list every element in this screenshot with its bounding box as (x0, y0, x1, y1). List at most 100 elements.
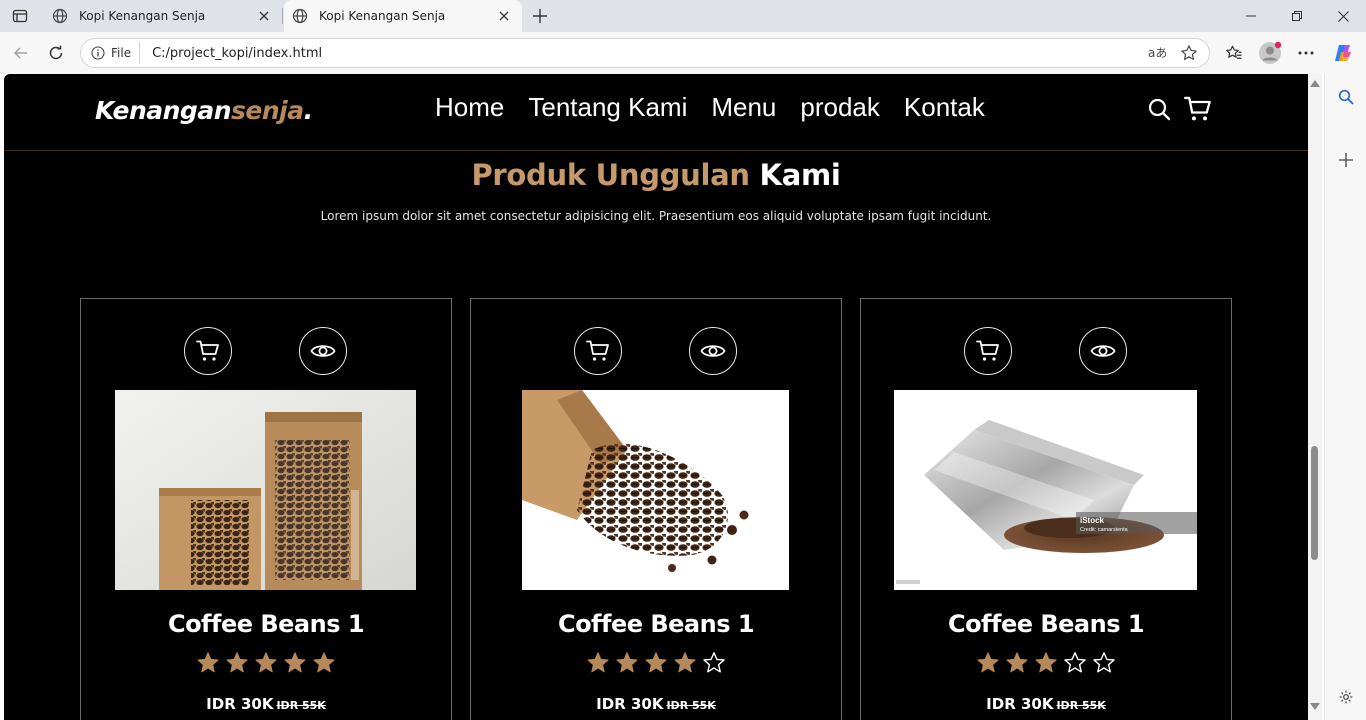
product-card: Coffee Beans 1 IDR 30K IDR 55K (80, 298, 452, 720)
tab-active[interactable]: Kopi Kenangan Senja (284, 0, 522, 32)
search-icon[interactable] (1333, 84, 1359, 110)
star-filled-icon (645, 652, 667, 673)
nav-link-home[interactable]: Home (435, 92, 504, 123)
copilot-icon[interactable] (1330, 40, 1356, 66)
nav-link-kontak[interactable]: Kontak (904, 92, 985, 123)
shopping-cart-icon (976, 340, 999, 361)
eye-icon (700, 345, 726, 357)
view-detail-button[interactable] (1079, 327, 1127, 375)
svg-text:aあ: aあ (1148, 46, 1166, 60)
old-price: IDR 55K (1056, 699, 1106, 712)
current-price: IDR 30K (986, 695, 1054, 713)
current-price: IDR 30K (206, 695, 274, 713)
nav-link-prodak[interactable]: prodak (800, 92, 880, 123)
shopping-cart-icon (196, 340, 219, 361)
tab-title: Kopi Kenangan Senja (79, 9, 206, 23)
tab-title: Kopi Kenangan Senja (319, 9, 446, 23)
star-filled-icon (313, 652, 335, 673)
site-info-button[interactable]: File (87, 42, 141, 64)
current-price: IDR 30K (596, 695, 664, 713)
settings-gear-icon[interactable] (1333, 684, 1359, 710)
favorite-star-icon[interactable] (1177, 41, 1201, 65)
close-icon[interactable] (494, 6, 514, 26)
logo-accent: senja (231, 96, 304, 125)
star-empty-icon (1093, 652, 1115, 673)
product-name[interactable]: Coffee Beans 1 (861, 610, 1231, 638)
star-rating (471, 651, 841, 675)
more-options-icon[interactable] (1293, 40, 1319, 66)
star-filled-icon (255, 652, 277, 673)
star-filled-icon (1006, 652, 1028, 673)
refresh-icon[interactable] (43, 40, 69, 66)
star-filled-icon (284, 652, 306, 673)
product-image: iStock Credit: camarsienta (894, 390, 1197, 590)
product-name[interactable]: Coffee Beans 1 (81, 610, 451, 638)
page-scrollbar[interactable] (1308, 74, 1322, 720)
search-icon[interactable] (1144, 94, 1174, 124)
scroll-up-arrow-icon[interactable] (1310, 80, 1320, 87)
tab-strip: Kopi Kenangan Senja Kopi Kenangan Senja (0, 0, 1366, 32)
product-image (522, 390, 789, 590)
shopping-cart-icon (586, 340, 609, 361)
star-rating (861, 651, 1231, 675)
address-bar[interactable]: File C:/project_kopi/index.html aあ (80, 38, 1210, 68)
add-to-cart-button[interactable] (574, 327, 622, 375)
profile-avatar-icon[interactable] (1257, 40, 1283, 66)
site-info-label: File (111, 46, 132, 60)
url-text[interactable]: C:/project_kopi/index.html (152, 46, 1145, 61)
close-icon[interactable] (254, 6, 274, 26)
section-subtitle: Lorem ipsum dolor sit amet consectetur a… (320, 209, 992, 223)
scroll-thumb[interactable] (1311, 446, 1318, 560)
star-filled-icon (226, 652, 248, 673)
star-filled-icon (977, 652, 999, 673)
star-rating (81, 651, 451, 675)
view-detail-button[interactable] (299, 327, 347, 375)
back-arrow-icon[interactable] (8, 40, 34, 66)
product-image (115, 390, 416, 590)
new-tab-plus-icon[interactable] (530, 6, 550, 26)
section-title: Produk Unggulan Kami (4, 158, 1308, 192)
product-price: IDR 30K IDR 55K (471, 695, 841, 713)
close-window-icon[interactable] (1320, 4, 1366, 28)
restore-icon[interactable] (1274, 4, 1320, 28)
watermark-brand: iStock (1080, 516, 1105, 525)
nav-link-tentang-kami[interactable]: Tentang Kami (528, 92, 687, 123)
add-to-cart-button[interactable] (964, 327, 1012, 375)
browser-sidebar (1324, 74, 1366, 720)
add-to-cart-button[interactable] (184, 327, 232, 375)
eye-icon (310, 345, 336, 357)
section-title-rest: Kami (759, 158, 841, 192)
tab-inactive[interactable]: Kopi Kenangan Senja (44, 0, 282, 32)
star-empty-icon (703, 652, 725, 673)
shopping-cart-icon[interactable] (1183, 94, 1213, 124)
site-logo[interactable]: Kenangansenja. (95, 96, 313, 125)
add-sidebar-app-icon[interactable] (1333, 147, 1359, 173)
tab-divider (282, 8, 283, 24)
view-detail-button[interactable] (689, 327, 737, 375)
page-viewport: Kenangansenja. Home Tentang Kami Menu pr… (4, 74, 1308, 720)
nav-link-menu[interactable]: Menu (711, 92, 776, 123)
star-filled-icon (616, 652, 638, 673)
tab-actions-icon[interactable] (8, 5, 32, 27)
favorites-icon[interactable] (1221, 40, 1247, 66)
scroll-down-arrow-icon[interactable] (1310, 703, 1320, 710)
star-filled-icon (1035, 652, 1057, 673)
main-menu: Home Tentang Kami Menu prodak Kontak (435, 92, 1009, 123)
product-card: iStock Credit: camarsienta Coffee Beans … (860, 298, 1232, 720)
minimize-icon[interactable] (1228, 4, 1274, 28)
logo-dot: . (303, 96, 314, 125)
product-name[interactable]: Coffee Beans 1 (471, 610, 841, 638)
watermark-credit: Credit: camarsienta (1080, 527, 1129, 533)
logo-main: Kenangan (95, 96, 232, 125)
globe-icon (52, 7, 70, 25)
product-card: Coffee Beans 1 IDR 30K IDR 55K (470, 298, 842, 720)
star-empty-icon (1064, 652, 1086, 673)
star-filled-icon (587, 652, 609, 673)
section-title-accent: Produk Unggulan (471, 158, 750, 192)
old-price: IDR 55K (276, 699, 326, 712)
product-price: IDR 30K IDR 55K (861, 695, 1231, 713)
read-aloud-icon[interactable]: aあ (1145, 41, 1169, 65)
address-toolbar: File C:/project_kopi/index.html aあ (0, 32, 1366, 74)
globe-icon (292, 7, 310, 25)
site-navbar: Kenangansenja. Home Tentang Kami Menu pr… (4, 74, 1308, 151)
